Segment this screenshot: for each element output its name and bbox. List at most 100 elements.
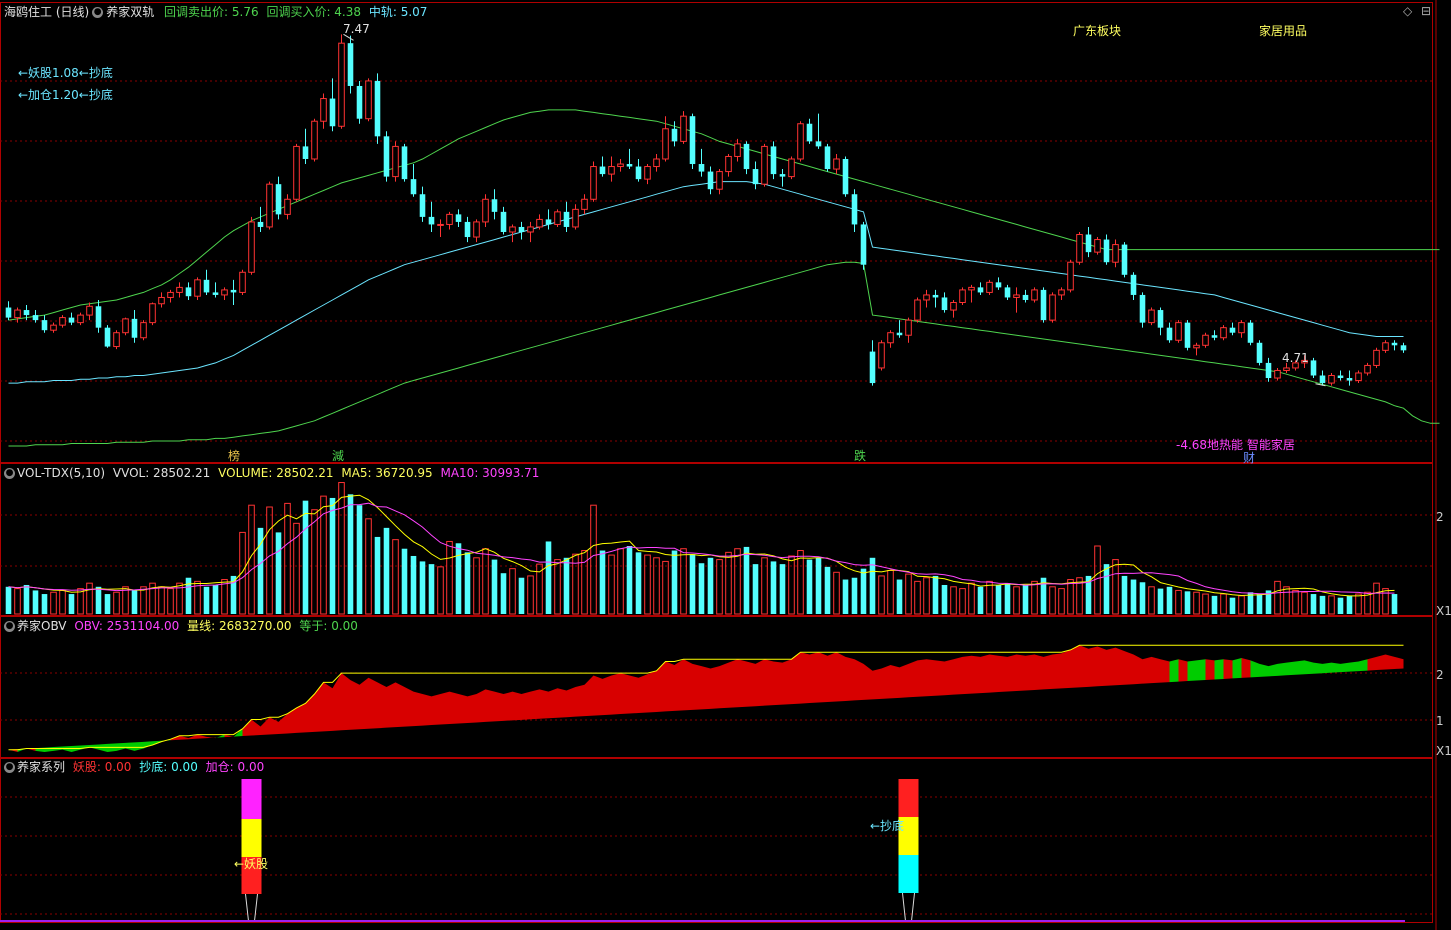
volume-bar — [1337, 597, 1344, 614]
candle-body — [977, 287, 984, 293]
obv-area — [692, 663, 702, 710]
diamond-icon[interactable]: ◇ — [1403, 4, 1412, 18]
candle-body — [716, 171, 723, 190]
signal-bar-chaodi — [898, 779, 919, 817]
candle-body — [1175, 322, 1182, 341]
volume-bar — [662, 560, 669, 615]
obv-area — [746, 661, 756, 707]
volume-bar — [392, 539, 399, 615]
series-name[interactable]: 养家系列 — [17, 760, 65, 774]
vol-name[interactable]: VOL-TDX(5,10) — [17, 466, 105, 480]
obv-area — [116, 742, 126, 751]
obv-area — [674, 659, 684, 711]
obv-area — [728, 659, 738, 708]
volume-bar — [1373, 582, 1380, 615]
obv-settings-icon[interactable]: ● — [4, 621, 15, 632]
heat-annotation: -4.68地热能 智能家居 — [1176, 438, 1295, 452]
obv-area — [1016, 654, 1026, 692]
scroll-icon[interactable]: ⊟ — [1421, 4, 1431, 18]
volume-bar — [527, 575, 534, 615]
candle-body — [932, 294, 939, 298]
obv-area — [1259, 663, 1269, 677]
candle-body — [23, 310, 30, 316]
candle-body — [941, 297, 948, 311]
volume-bar — [1184, 591, 1191, 614]
obv-area — [845, 656, 855, 701]
volume-bar — [329, 497, 336, 614]
obv-area — [287, 707, 297, 734]
volume-bar — [698, 563, 705, 614]
volume-bar — [1202, 593, 1209, 615]
candle-body — [599, 166, 606, 175]
obv-area — [827, 652, 837, 703]
series-yaogu: 妖股: 0.00 — [72, 760, 132, 774]
vol-settings-icon[interactable]: ● — [4, 468, 15, 479]
volume-bar — [725, 551, 732, 615]
volume-bar — [14, 588, 21, 615]
region-sector[interactable]: 广东板块 — [1073, 24, 1121, 38]
volume-bar — [185, 577, 192, 614]
series-settings-icon[interactable]: ● — [4, 762, 15, 773]
volume-bar — [833, 571, 840, 615]
candle-body — [1148, 309, 1155, 324]
obv-header: ● 养家OBV OBV: 2531104.00 量线: 2683270.00 等于… — [4, 619, 362, 633]
candle-body — [338, 42, 345, 127]
obv-area — [791, 652, 801, 705]
obv-area — [1196, 659, 1206, 681]
obv-area — [197, 734, 207, 739]
obv-name[interactable]: 养家OBV — [17, 619, 67, 633]
obv-area — [1097, 646, 1107, 687]
volume-bar — [140, 586, 147, 615]
obv-area — [1214, 659, 1224, 680]
obv-axis-mid: 1 — [1436, 714, 1444, 728]
obv-area — [1088, 646, 1098, 687]
candle-body — [1373, 349, 1380, 366]
candle-body — [1049, 294, 1056, 321]
candle-body — [266, 183, 273, 228]
candle-body — [572, 208, 579, 228]
volume-bar — [1193, 591, 1200, 615]
candle-body — [581, 198, 588, 210]
settings-icon[interactable]: ● — [92, 7, 104, 18]
obv-area — [1376, 654, 1386, 671]
stock-title[interactable]: 海鸥住工 (日线) — [4, 5, 89, 19]
volume-bar — [968, 582, 975, 615]
obv-area — [1367, 656, 1377, 671]
indicator-name[interactable]: 养家双轨 — [106, 5, 154, 19]
candle-body — [518, 226, 525, 232]
industry-sector[interactable]: 家居用品 — [1259, 24, 1307, 38]
candle-body — [500, 211, 507, 232]
obv-area — [98, 743, 108, 752]
candle-body — [1121, 244, 1128, 275]
obv-area — [710, 666, 720, 709]
volume-bar — [959, 588, 966, 615]
volume-bar — [1013, 586, 1020, 615]
volume-bar — [1058, 588, 1065, 615]
candle-body — [140, 322, 147, 339]
obv-area — [1205, 659, 1215, 681]
volume-bar — [113, 591, 120, 615]
volume-bar — [482, 548, 489, 615]
obv-area — [449, 691, 459, 725]
candle-body — [995, 282, 1002, 288]
obv-area — [485, 689, 495, 722]
main-chart-svg[interactable] — [0, 0, 1451, 930]
volume-bar — [752, 564, 759, 614]
obv-area — [458, 694, 468, 724]
candle-body — [842, 158, 849, 195]
candle-body — [950, 301, 957, 311]
obv-area — [1241, 658, 1251, 678]
candle-body — [608, 166, 615, 175]
obv-area — [359, 677, 369, 730]
obv-area — [809, 652, 819, 704]
volume-bar — [797, 550, 804, 615]
obv-area — [305, 694, 315, 733]
candle-body — [1238, 322, 1245, 334]
candle-body — [455, 214, 462, 222]
volume-bar — [1283, 586, 1290, 615]
obv-area — [557, 688, 567, 718]
obv-area — [494, 691, 504, 722]
volume-bar — [914, 580, 921, 615]
volume-bar — [1049, 586, 1056, 615]
candle-body — [617, 163, 624, 168]
